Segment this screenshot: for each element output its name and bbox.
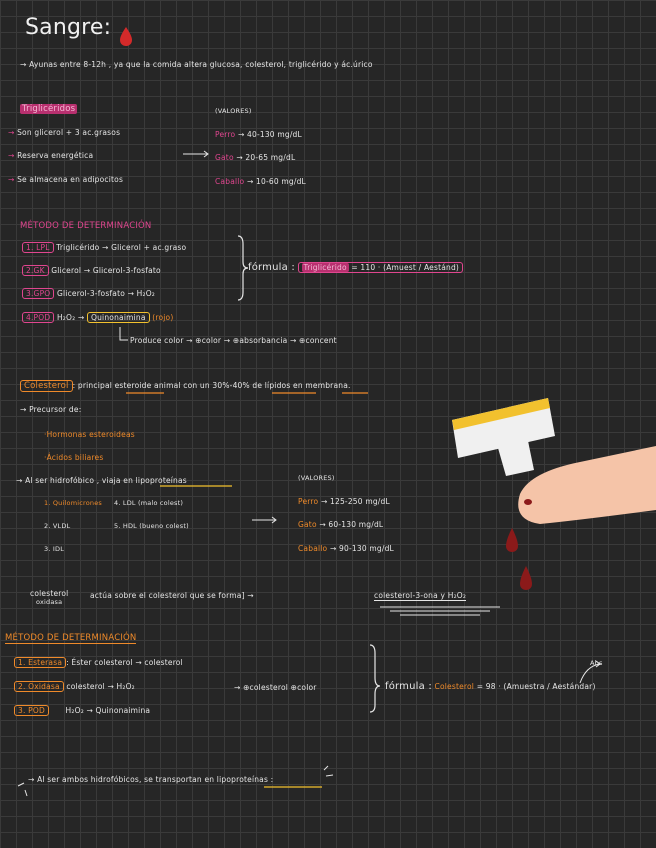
- chol-valores-label: (VALORES): [298, 474, 335, 482]
- oxidasa-word2: oxidasa: [36, 598, 63, 606]
- trig-value-caballo: Caballo → 10-60 mg/dL: [215, 177, 306, 186]
- trig-bullet-3: → Se almacena en adipocitos: [8, 175, 124, 184]
- chol-formula: fórmula : Colesterol = 98 · (Amuestra / …: [385, 681, 596, 692]
- lancet-icon: [452, 398, 555, 476]
- blood-drops-icon: [506, 528, 532, 590]
- trig-step-1: 1. LPL Triglicérido → Glicerol + ac.gras…: [22, 242, 186, 253]
- chol-hydro: → Al ser hidrofóbico , viaja en lipoprot…: [16, 476, 187, 485]
- chol-precursor: → Precursor de:: [20, 405, 82, 414]
- chol-step-2: 2. Oxidasa colesterol → H₂O₂: [14, 681, 135, 692]
- chol-precursor-1: ·Hormonas esteroideas: [44, 430, 135, 439]
- chol-value-caballo: Caballo → 90-130 mg/dL: [298, 544, 394, 553]
- trig-formula: fórmula : Triglicérido = 110 · (Amuest /…: [248, 262, 464, 273]
- chol-precursor-2: ·Ácidos biliares: [44, 453, 104, 462]
- oxidasa-result: colesterol-3-ona y H₂O₂: [374, 591, 467, 601]
- chol-intro: Colesterol: principal esteroide animal c…: [20, 380, 351, 392]
- chol-header: Colesterol: [20, 380, 73, 392]
- trig-bullet-1: → Son glicerol + 3 ac.grasos: [8, 128, 121, 137]
- trig-step-4: 4.POD H₂O₂ → Quinonaimina (rojo): [22, 312, 173, 323]
- lipo-3: 3. IDL: [44, 545, 65, 553]
- oxidasa-desc: actúa sobre el colesterol que se forma] …: [90, 591, 254, 600]
- page-title: Sangre:: [25, 15, 112, 40]
- chol-chain: → ⊕colesterol ⊕color: [234, 683, 317, 692]
- footer-text: → Al ser ambos hidrofóbicos, se transpor…: [28, 775, 274, 784]
- lipo-4: 4. LDL (malo colest): [114, 499, 184, 507]
- lipo-2: 2. VLDL: [44, 522, 71, 530]
- quinona-box: Quinonaimina: [86, 312, 150, 323]
- chol-step-3: 3. POD H₂O₂ → Quinonaimina: [14, 705, 150, 716]
- trig-step-2: 2.GK Glicerol → Glicerol-3-fosfato: [22, 265, 161, 276]
- trig-produce-chain: Produce color → ⊕color → ⊕absorbancia → …: [130, 336, 337, 345]
- lipo-5: 5. HDL (bueno colest): [114, 522, 189, 530]
- trig-method-title: MÉTODO DE DETERMINACIÓN: [20, 221, 152, 231]
- trig-bullet-2: → Reserva energética: [8, 151, 94, 160]
- trig-valores-label: (VALORES): [215, 107, 252, 115]
- abs-annotation: Abs: [590, 659, 603, 667]
- trig-step-3: 3.GPO Glicerol-3-fosfato → H₂O₂: [22, 288, 155, 299]
- chol-step-1: 1. Esterasa: Éster colesterol → colester…: [14, 657, 183, 668]
- chol-value-perro: Perro → 125-250 mg/dL: [298, 497, 390, 506]
- chol-method-title: MÉTODO DE DETERMINACIÓN: [5, 633, 137, 644]
- chol-value-gato: Gato → 60-130 mg/dL: [298, 520, 384, 529]
- oxidasa-word1: colesterol: [30, 589, 69, 598]
- finger-icon: [518, 446, 656, 524]
- trig-value-gato: Gato → 20-65 mg/dL: [215, 153, 296, 162]
- trig-value-perro: Perro → 40-130 mg/dL: [215, 130, 302, 139]
- lipo-1: 1. Quilomicrones: [44, 499, 103, 507]
- trig-header: Triglicéridos: [20, 104, 78, 114]
- trig-formula-box: Triglicérido = 110 · (Amuest / Aestánd): [297, 262, 464, 273]
- intro-text: → Ayunas entre 8-12h , ya que la comida …: [20, 60, 373, 69]
